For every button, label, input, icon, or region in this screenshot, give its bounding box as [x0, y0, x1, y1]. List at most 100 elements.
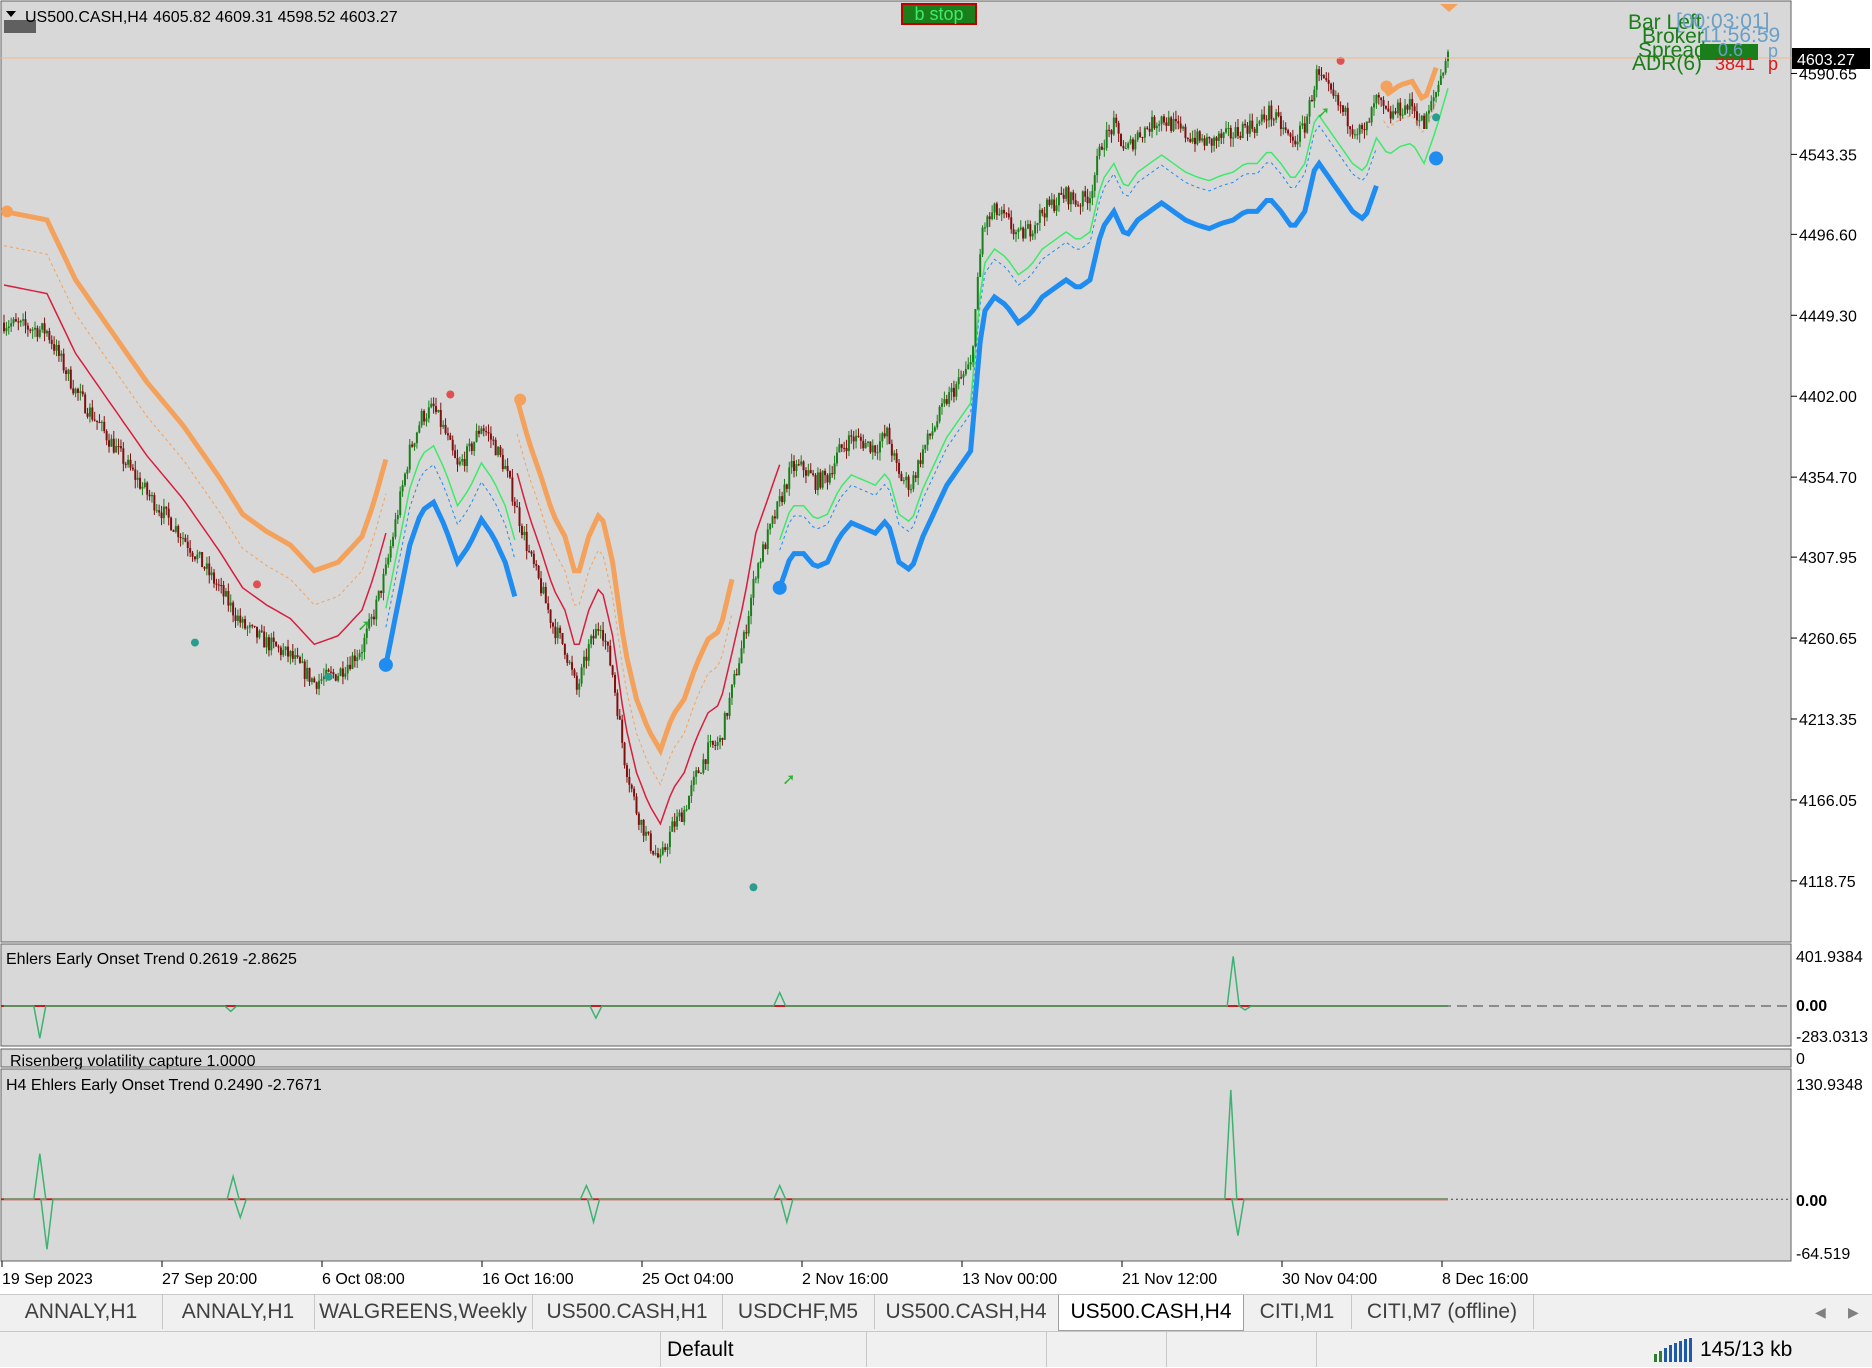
candle-body: [122, 448, 125, 464]
tab-annaly-h1[interactable]: ANNALY,H1: [0, 1295, 163, 1329]
candle-body: [1382, 100, 1385, 106]
candle-body: [1413, 106, 1416, 112]
candle-body: [1339, 105, 1342, 107]
candle-body: [747, 615, 750, 634]
candle-body: [938, 406, 941, 422]
main-price-pane[interactable]: [0, 0, 1792, 943]
candle-body: [816, 472, 819, 490]
candle-body: [1301, 123, 1304, 126]
tab-walgreens-weekly[interactable]: WALGREENS,Weekly: [314, 1295, 533, 1329]
tab-annaly-h1-2[interactable]: ANNALY,H1: [162, 1295, 315, 1329]
adr-label: ADR(6): [1632, 52, 1702, 75]
candle-body: [967, 364, 970, 370]
candle-body: [993, 203, 996, 213]
tab-citi-m1[interactable]: CITI,M1: [1243, 1295, 1352, 1329]
candle-body: [232, 602, 235, 616]
candle-body: [14, 319, 17, 322]
candle-body: [513, 501, 516, 507]
candle-body: [778, 496, 781, 502]
candle-body: [1069, 192, 1072, 205]
candle-body: [12, 319, 15, 324]
candle-body: [919, 460, 922, 464]
tab-citi-m7-offline[interactable]: CITI,M7 (offline): [1351, 1295, 1534, 1329]
candle-body: [1203, 138, 1206, 146]
tab-us500-h4-active[interactable]: US500.CASH,H4: [1058, 1295, 1244, 1331]
candle-body: [540, 578, 543, 594]
candle-body: [1399, 102, 1402, 116]
candle-body: [1370, 107, 1373, 123]
candle-body: [48, 330, 51, 340]
candle-body: [580, 667, 583, 684]
candle-body: [647, 831, 650, 834]
candle-body: [511, 477, 514, 502]
candle-body: [272, 637, 275, 642]
candle-body: [146, 482, 149, 495]
candle-body: [542, 586, 545, 594]
candle-body: [1389, 111, 1392, 119]
candle-body: [320, 679, 323, 681]
tab-us500-h4[interactable]: US500.CASH,H4: [874, 1295, 1059, 1329]
candle-body: [468, 443, 471, 447]
candle-body: [1373, 103, 1376, 108]
candle-body: [969, 362, 972, 365]
candle-body: [411, 444, 414, 447]
candle-body: [1053, 199, 1056, 211]
candle-body: [506, 465, 509, 472]
candle-body: [1277, 112, 1280, 116]
candle-body: [771, 516, 774, 524]
candle-body: [809, 470, 812, 474]
status-label: b stop: [914, 4, 963, 24]
candle-body: [139, 477, 142, 489]
candle-body: [1272, 119, 1275, 121]
candle-body: [55, 344, 58, 351]
candle-body: [635, 796, 638, 814]
candle-body: [1358, 125, 1361, 135]
tab-us500-h1[interactable]: US500.CASH,H1: [532, 1295, 723, 1329]
candle-body: [275, 641, 278, 647]
tab-usdchf-m5[interactable]: USDCHF,M5: [722, 1295, 875, 1329]
candle-body: [707, 742, 710, 764]
candle-body: [1248, 120, 1251, 134]
candle-body: [165, 506, 168, 509]
candle-body: [466, 446, 469, 466]
candle-body: [265, 637, 268, 648]
candle-body: [392, 536, 395, 547]
candle-body: [723, 713, 726, 740]
candle-body: [926, 433, 929, 445]
candle-body: [754, 578, 757, 580]
candle-body: [1143, 127, 1146, 138]
candle-body: [1356, 134, 1359, 136]
candle-body: [847, 435, 850, 452]
candle-body: [881, 433, 884, 442]
volatility-capture-pane[interactable]: [0, 1048, 1792, 1068]
candle-body: [217, 584, 220, 586]
status-seg-4: [1166, 1332, 1317, 1367]
tab-scroll-left-icon[interactable]: ◀: [1815, 1295, 1826, 1329]
indicator2-pane[interactable]: [0, 1068, 1792, 1262]
candle-body: [578, 683, 581, 690]
candle-body: [819, 472, 822, 488]
candle-body: [900, 473, 903, 481]
candle-body: [356, 657, 359, 662]
candle-body: [1189, 139, 1192, 142]
candle-body: [1091, 190, 1094, 199]
tab-scroll-right-icon[interactable]: ▶: [1848, 1295, 1859, 1329]
candle-body: [516, 506, 519, 508]
candle-body: [995, 203, 998, 216]
candle-body: [141, 486, 144, 489]
candle-body: [384, 564, 387, 574]
candle-body: [205, 563, 208, 569]
candle-body: [375, 599, 378, 620]
time-tick-label: 16 Oct 16:00: [482, 1271, 574, 1288]
candle-body: [153, 495, 156, 511]
candle-body: [1041, 209, 1044, 214]
candle-body: [850, 435, 853, 437]
candle-body: [585, 656, 588, 661]
candle-body: [291, 651, 294, 659]
candle-body: [435, 406, 438, 412]
candle-body: [1208, 137, 1211, 139]
profile-status[interactable]: Default: [660, 1332, 873, 1367]
candle-body: [208, 563, 211, 576]
candle-body: [241, 619, 244, 623]
chart-area[interactable]: 4590.65 4543.35 4496.60 4449.30 4402.00 4354.…: [0, 0, 1872, 1294]
